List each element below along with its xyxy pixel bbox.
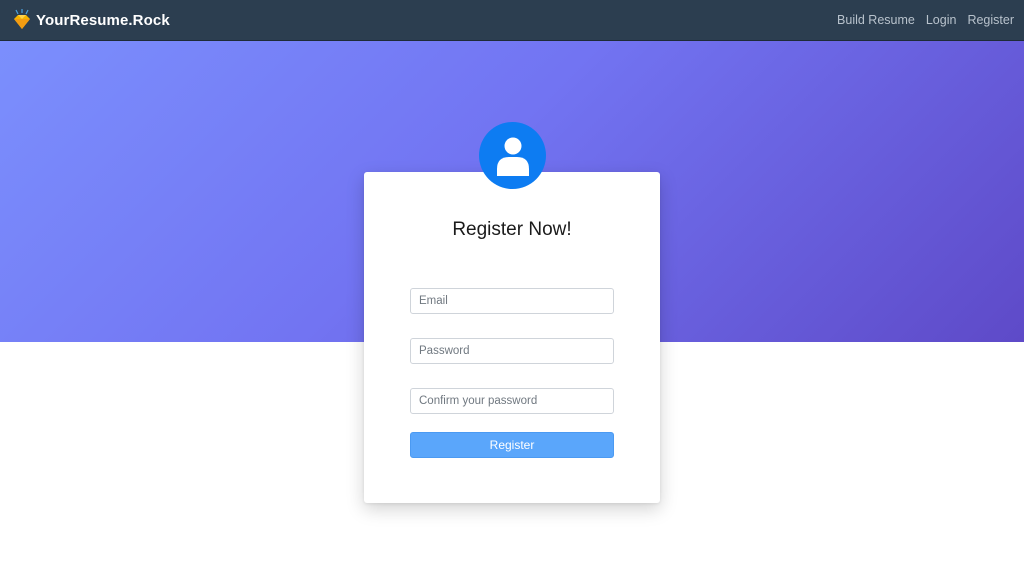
register-button[interactable]: Register [410, 432, 614, 458]
avatar [479, 122, 546, 189]
nav-link-register[interactable]: Register [967, 13, 1014, 27]
confirm-password-field[interactable] [410, 388, 614, 414]
nav-link-login[interactable]: Login [926, 13, 957, 27]
nav-links: Build Resume Login Register [837, 13, 1014, 27]
brand-link[interactable]: YourResume.Rock [12, 9, 170, 31]
navbar: YourResume.Rock Build Resume Login Regis… [0, 0, 1024, 41]
nav-link-build-resume[interactable]: Build Resume [837, 13, 915, 27]
user-icon [496, 137, 529, 176]
card-title: Register Now! [452, 219, 572, 240]
password-field[interactable] [410, 338, 614, 364]
email-field[interactable] [410, 288, 614, 314]
brand-name: YourResume.Rock [36, 11, 170, 29]
diamond-icon [14, 9, 30, 29]
register-card: Register Now! Register [364, 172, 660, 503]
